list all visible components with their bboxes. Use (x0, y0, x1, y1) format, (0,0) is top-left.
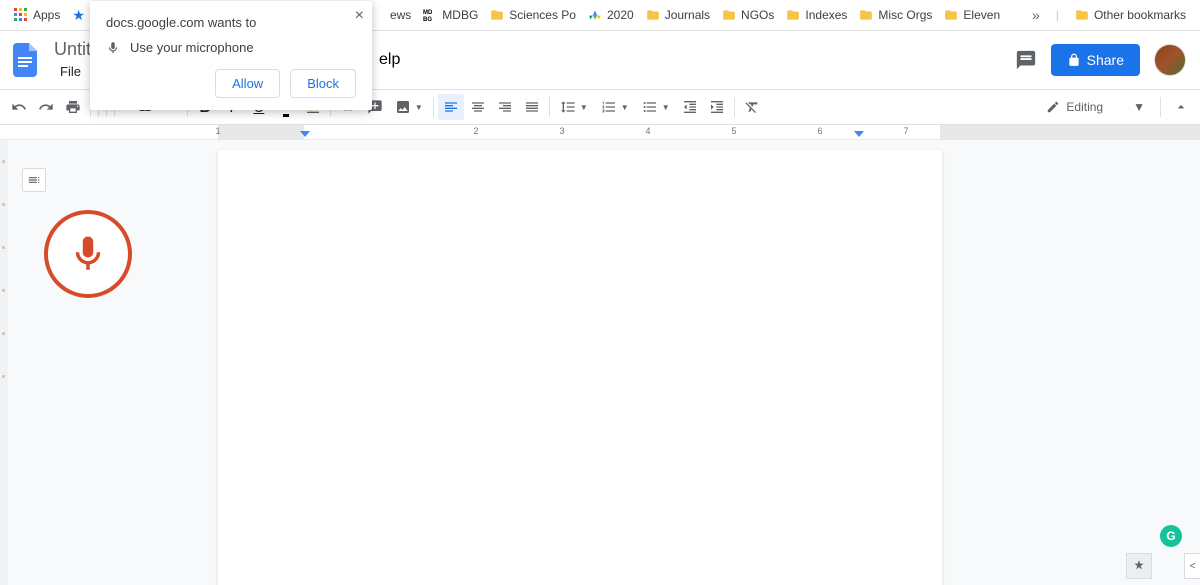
share-button[interactable]: Share (1051, 44, 1140, 76)
bookmark-journals[interactable]: Journals (640, 4, 716, 26)
star-icon: ★ (72, 7, 85, 24)
lock-icon (1067, 53, 1081, 67)
bookmarks-overflow[interactable]: » (1026, 7, 1046, 23)
left-gutter (0, 140, 8, 585)
share-label: Share (1087, 52, 1124, 68)
bookmark-partial-2[interactable]: ews (384, 4, 417, 26)
left-indent-marker[interactable] (300, 131, 310, 137)
apps-icon (14, 8, 28, 22)
permission-desc: Use your microphone (130, 40, 254, 55)
bulleted-list-button[interactable]: ▼ (636, 94, 676, 120)
allow-button[interactable]: Allow (215, 69, 280, 98)
side-panel-toggle[interactable]: < (1184, 553, 1200, 579)
ruler[interactable]: 1 2 3 4 5 6 7 (0, 125, 1200, 140)
folder-icon (1075, 8, 1089, 22)
bookmark-indexes[interactable]: Indexes (780, 4, 853, 26)
folder-icon (722, 8, 736, 22)
collapse-toolbar-button[interactable] (1168, 94, 1194, 120)
chevron-down-icon: ▼ (415, 103, 423, 112)
outline-toggle[interactable] (22, 168, 46, 192)
redo-button[interactable] (33, 94, 59, 120)
docs-logo[interactable] (8, 42, 44, 78)
svg-text:BG: BG (423, 17, 432, 22)
menu-bar: File (54, 62, 91, 81)
microphone-icon (106, 41, 120, 55)
chevron-down-icon: ▼ (580, 103, 588, 112)
apps-label: Apps (33, 8, 60, 22)
other-bookmarks[interactable]: Other bookmarks (1069, 4, 1192, 26)
undo-button[interactable] (6, 94, 32, 120)
close-button[interactable]: × (355, 7, 364, 25)
align-center-button[interactable] (465, 94, 491, 120)
print-button[interactable] (60, 94, 86, 120)
gdrive-icon (588, 8, 602, 22)
canvas: G < (0, 140, 1200, 585)
block-button[interactable]: Block (290, 69, 356, 98)
line-spacing-button[interactable]: ▼ (554, 94, 594, 120)
folder-icon (646, 8, 660, 22)
microphone-icon (67, 233, 109, 275)
avatar[interactable] (1154, 44, 1186, 76)
apps-button[interactable]: Apps (8, 4, 66, 26)
folder-icon (490, 8, 504, 22)
bookmark-eleven[interactable]: Eleven (938, 4, 1006, 26)
bookmark-miscorgs[interactable]: Misc Orgs (853, 4, 938, 26)
numbered-list-button[interactable]: ▼ (595, 94, 635, 120)
insert-image-button[interactable]: ▼ (389, 94, 429, 120)
chevron-down-icon: ▼ (621, 103, 629, 112)
comments-icon[interactable] (1015, 49, 1037, 71)
chevron-down-icon: ▼ (662, 103, 670, 112)
folder-icon (859, 8, 873, 22)
folder-icon (944, 8, 958, 22)
document-page[interactable] (218, 150, 942, 585)
menu-file[interactable]: File (54, 62, 87, 81)
grammarly-badge[interactable]: G (1160, 525, 1182, 547)
mdbg-icon: MDBG (423, 8, 437, 22)
clear-formatting-button[interactable] (739, 94, 765, 120)
document-title[interactable]: Untit (54, 39, 91, 60)
bookmark-ngos[interactable]: NGOs (716, 4, 780, 26)
voice-typing-mic[interactable] (44, 210, 132, 298)
bookmark-2020[interactable]: 2020 (582, 4, 640, 26)
align-right-button[interactable] (492, 94, 518, 120)
align-justify-button[interactable] (519, 94, 545, 120)
chevron-down-icon: ▼ (1133, 100, 1145, 114)
mode-select[interactable]: Editing ▼ (1038, 94, 1153, 120)
menu-help-partial[interactable]: elp (373, 49, 406, 71)
pencil-icon (1046, 100, 1060, 114)
right-indent-marker[interactable] (854, 131, 864, 137)
explore-button[interactable] (1126, 553, 1152, 579)
decrease-indent-button[interactable] (677, 94, 703, 120)
permission-dialog: × docs.google.com wants to Use your micr… (90, 1, 372, 110)
bookmark-sciencespo[interactable]: Sciences Po (484, 4, 582, 26)
bookmark-mdbg[interactable]: MDBG MDBG (417, 4, 484, 26)
permission-title: docs.google.com wants to (106, 15, 356, 30)
align-left-button[interactable] (438, 94, 464, 120)
svg-text:MD: MD (423, 10, 433, 16)
mode-label: Editing (1066, 100, 1103, 114)
increase-indent-button[interactable] (704, 94, 730, 120)
folder-icon (786, 8, 800, 22)
